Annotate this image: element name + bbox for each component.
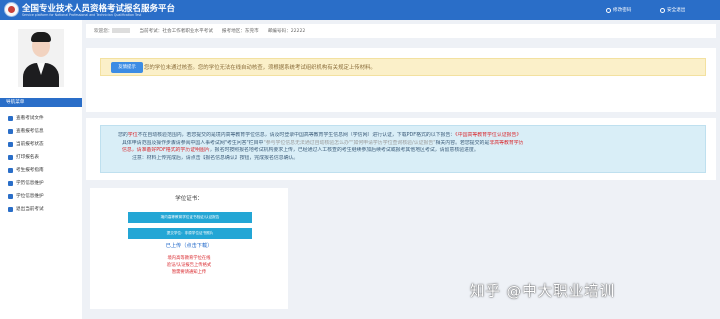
sidebar-item-guide[interactable]: 考生报考指南 (0, 164, 82, 177)
document-icon (8, 129, 13, 134)
menu-header: 导航菜单 (0, 98, 82, 107)
sidebar-item-degree-info[interactable]: 学位信息维护 (0, 190, 82, 203)
sidebar-menu: 查看考试文件 查看报考信息 当前报考状态 打印报名表 考生报考指南 学历信息维护… (0, 112, 82, 216)
sidebar: 导航菜单 查看考试文件 查看报考信息 当前报考状态 打印报名表 考生报考指南 学… (0, 20, 82, 319)
print-icon (8, 155, 13, 160)
key-icon (606, 7, 611, 13)
site-logo (4, 2, 19, 17)
upload-degree-photo-button[interactable]: 提交学位：非原学位证书照片 (128, 228, 252, 239)
degree-check-notice: 友情提示 您的学位未通过核查。您的学位无法在线自动核查，须根据系统考试组织机构有… (100, 58, 706, 76)
sidebar-item-education-info[interactable]: 学历信息维护 (0, 177, 82, 190)
education-icon (8, 181, 13, 186)
degree-icon (8, 194, 13, 199)
notice-card: 友情提示 您的学位未通过核查。您的学位无法在线自动核查，须根据系统考试组织机构有… (86, 48, 716, 112)
guide-icon (8, 168, 13, 173)
logout-link[interactable]: 安全退出 (660, 7, 685, 13)
exam-area: 报考地区：东莞市 (221, 29, 259, 34)
exit-icon (8, 207, 13, 212)
upload-verification-report-button[interactable]: 境内高等教育学位证书验证/认证报告 (128, 212, 252, 223)
degree-certificate-title: 学位证书： (175, 196, 203, 202)
sidebar-item-exit-exam[interactable]: 退出当前考试 (0, 203, 82, 216)
friendly-tip-button[interactable]: 友情提示 (111, 61, 143, 73)
welcome-text: 欢迎您： (94, 28, 131, 34)
zhihu-watermark: 知乎 @中大职业培训 (470, 284, 616, 300)
change-password-link[interactable]: 修改密码 (606, 7, 631, 13)
status-icon (8, 142, 13, 147)
degree-certificate-card: 学位证书： 境内高等教育学位证书验证/认证报告 提交学位：非原学位证书照片 已上… (90, 188, 288, 309)
sidebar-item-print-form[interactable]: 打印报名表 (0, 151, 82, 164)
degree-instruction-notice: 您的学位不在自动核验范围内，若您提交的是境内高等教育学位信息，请及时登录中国高等… (100, 125, 706, 173)
candidate-info-bar: 欢迎您： 当前考试：社会工作者职业水平考试 报考地区：东莞市 邮编号码：2222… (86, 24, 716, 38)
document-icon (8, 116, 13, 121)
header-bar: 全国专业技术人员资格考试报名服务平台 Service platform for … (0, 0, 720, 20)
logout-label: 安全退出 (667, 8, 686, 13)
cert-hint-line-3: 暂需要请通知上传 (171, 270, 207, 275)
redacted-name (112, 28, 131, 33)
cert-hint-line-2: 验证/认证报告上传格式 (166, 263, 212, 268)
logout-icon (660, 7, 665, 13)
sidebar-item-view-application[interactable]: 查看报考信息 (0, 125, 82, 138)
cert-hint-line-1: 境内高等教育学位在线 (167, 256, 211, 261)
site-subtitle: Service platform for National Profession… (22, 12, 142, 17)
sidebar-item-view-exam-files[interactable]: 查看考试文件 (0, 112, 82, 125)
sidebar-item-application-status[interactable]: 当前报考状态 (0, 138, 82, 151)
current-exam: 当前考试：社会工作者职业水平考试 (139, 29, 213, 34)
postal-code: 邮编号码：22222 (267, 29, 306, 34)
change-password-label: 修改密码 (613, 8, 632, 13)
degree-check-text: 您的学位未通过核查。您的学位无法在线自动核查，须根据系统考试组织机构有关规定上传… (144, 65, 376, 71)
candidate-photo (18, 29, 64, 87)
instruction-card: 您的学位不在自动核验范围内，若您提交的是境内高等教育学位信息，请及时登录中国高等… (86, 118, 716, 180)
uploaded-download-link[interactable]: 已上传（点击下载） (90, 242, 288, 249)
